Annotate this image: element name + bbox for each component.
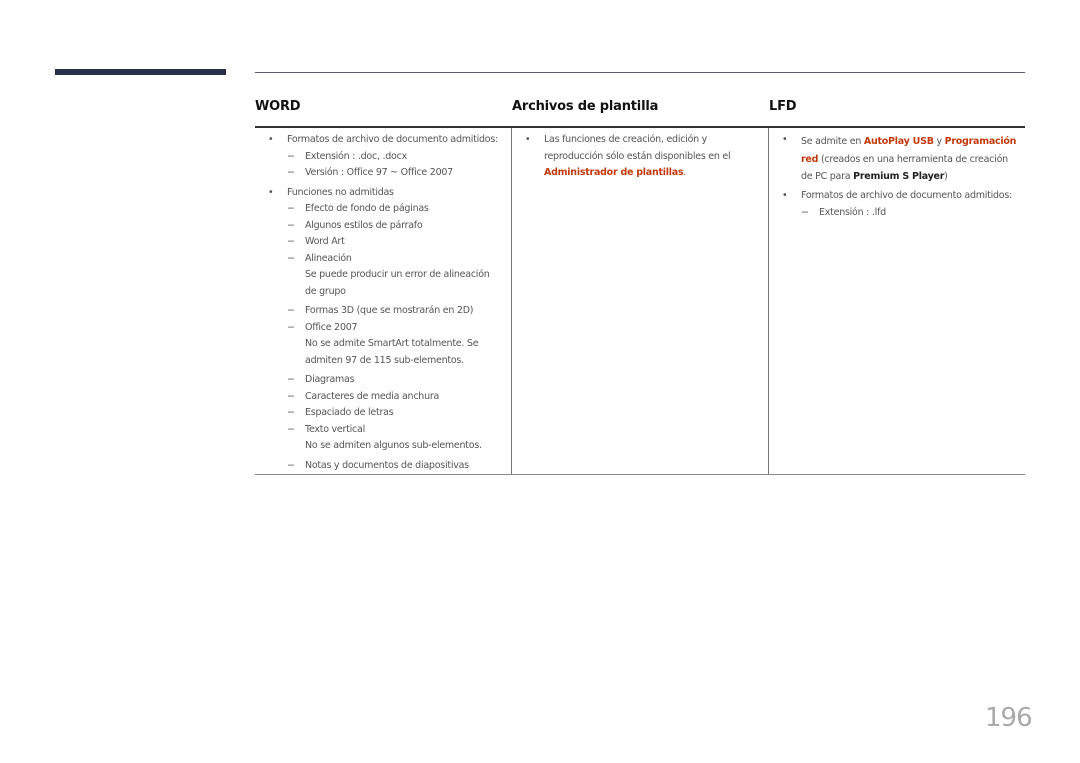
dash-icon: − — [287, 167, 295, 178]
item-text: Texto vertical — [305, 423, 365, 435]
bullet-icon: • — [782, 134, 788, 145]
bullet-icon: • — [268, 186, 274, 198]
page-number: 196 — [985, 703, 1033, 733]
item-text: Extensión : .lfd — [819, 206, 886, 218]
item-text: Office 2007 — [305, 321, 358, 333]
dash-icon: − — [287, 252, 295, 264]
item-text: Espaciado de letras — [305, 407, 394, 418]
item-text: reproducción sólo están disponibles en e… — [544, 150, 731, 162]
list-item: • Formatos de archivo de documento admiti… — [769, 188, 1025, 205]
item-text: Se admite en — [801, 136, 864, 147]
header-rule — [255, 126, 1025, 128]
item-text: Diagramas — [305, 374, 355, 385]
dash-icon: − — [801, 206, 809, 218]
item-text: . — [683, 167, 687, 178]
item-text: Word Art — [305, 236, 345, 247]
item-text: ) — [944, 170, 948, 182]
item-text: Extensión : .doc, .docx — [305, 150, 407, 162]
header-lfd: LFD — [769, 99, 797, 114]
note-text: No se admite SmartArt totalmente. Se — [305, 338, 479, 349]
sub-item: − Caracteres de media anchura — [255, 389, 510, 406]
sub-item: − Versión : Office 97 ~ Office 2007 — [255, 165, 510, 182]
dash-icon: − — [287, 374, 295, 385]
header-word: WORD — [255, 99, 301, 114]
dash-icon: − — [287, 407, 295, 418]
item-text: Formas 3D (que se mostrarán en 2D) — [305, 305, 474, 316]
list-item: • Formatos de archivo de documento admiti… — [255, 132, 510, 149]
lfd-column: • Se admite en AutoPlay USB y Programaci… — [769, 132, 1025, 221]
dash-icon: − — [287, 423, 295, 435]
sub-item: − Diagramas — [255, 372, 510, 389]
sub-item: − Algunos estilos de párrafo — [255, 218, 510, 235]
highlight-term: Programación — [944, 136, 1017, 147]
sub-item: − Word Art — [255, 234, 510, 251]
dash-icon: − — [287, 459, 295, 471]
header-templates: Archivos de plantilla — [512, 99, 659, 114]
list-item: • Se admite en AutoPlay USB y Programaci… — [769, 132, 1025, 185]
item-text: Efecto de fondo de páginas — [305, 203, 429, 214]
note-text: Se puede producir un error de alineación — [305, 269, 490, 280]
section-bar — [55, 69, 226, 75]
templates-column: • Las funciones de creación, edición y r… — [512, 132, 767, 182]
highlight-term: Administrador de plantillas — [544, 167, 684, 178]
sub-item: − Alineación — [255, 251, 510, 268]
sub-item: − Extensión : .doc, .docx — [255, 149, 510, 166]
item-text: Funciones no admitidas — [287, 186, 394, 198]
sub-item: − Notas y documentos de diapositivas — [255, 458, 510, 475]
item-text: de PC para — [801, 170, 854, 182]
dash-icon: − — [287, 203, 295, 214]
sub-item: − Office 2007 — [255, 320, 510, 337]
dash-icon: − — [287, 390, 295, 402]
item-text: Algunos estilos de párrafo — [305, 219, 423, 231]
highlight-term: AutoPlay USB — [863, 136, 934, 147]
item-text: (creados en una herramienta de creación — [818, 154, 1008, 165]
dash-icon: − — [287, 150, 295, 162]
list-item: • Las funciones de creación, edición y r… — [512, 132, 767, 182]
item-text: Versión : Office 97 ~ Office 2007 — [305, 167, 453, 178]
item-text: Caracteres de media anchura — [305, 390, 440, 402]
bullet-icon: • — [782, 190, 788, 201]
dash-icon: − — [287, 219, 295, 231]
bullet-icon: • — [268, 134, 274, 145]
note-text: admiten 97 de 115 sub-elementos. — [305, 354, 464, 366]
note-text: de grupo — [305, 285, 346, 297]
item-text: Alineación — [305, 252, 352, 264]
item-text: Formatos de archivo de documento admitid… — [287, 134, 499, 145]
item-text: Notas y documentos de diapositivas — [305, 459, 469, 471]
bullet-icon: • — [525, 134, 531, 145]
word-column: • Formatos de archivo de documento admiti… — [255, 132, 510, 474]
bottom-rule — [255, 474, 1025, 475]
dash-icon: − — [287, 305, 295, 316]
sub-item: − Formas 3D (que se mostrarán en 2D) — [255, 303, 510, 320]
list-item: • Funciones no admitidas — [255, 185, 510, 202]
item-text: Las funciones de creación, edición y — [544, 134, 708, 145]
sub-item: − Efecto de fondo de páginas — [255, 201, 510, 218]
sub-item: − Extensión : .lfd — [769, 205, 1025, 222]
note-text: No se admiten algunos sub-elementos. — [305, 440, 482, 451]
sub-item: − Texto vertical — [255, 422, 510, 439]
dash-icon: − — [287, 321, 295, 333]
top-rule — [255, 72, 1025, 73]
highlight-term: red — [801, 154, 819, 165]
sub-item: − Espaciado de letras — [255, 405, 510, 422]
dash-icon: − — [287, 236, 295, 247]
item-text: Formatos de archivo de documento admitid… — [801, 190, 1013, 201]
item-text: y — [933, 136, 945, 147]
bold-term: Premium S Player — [853, 170, 945, 182]
